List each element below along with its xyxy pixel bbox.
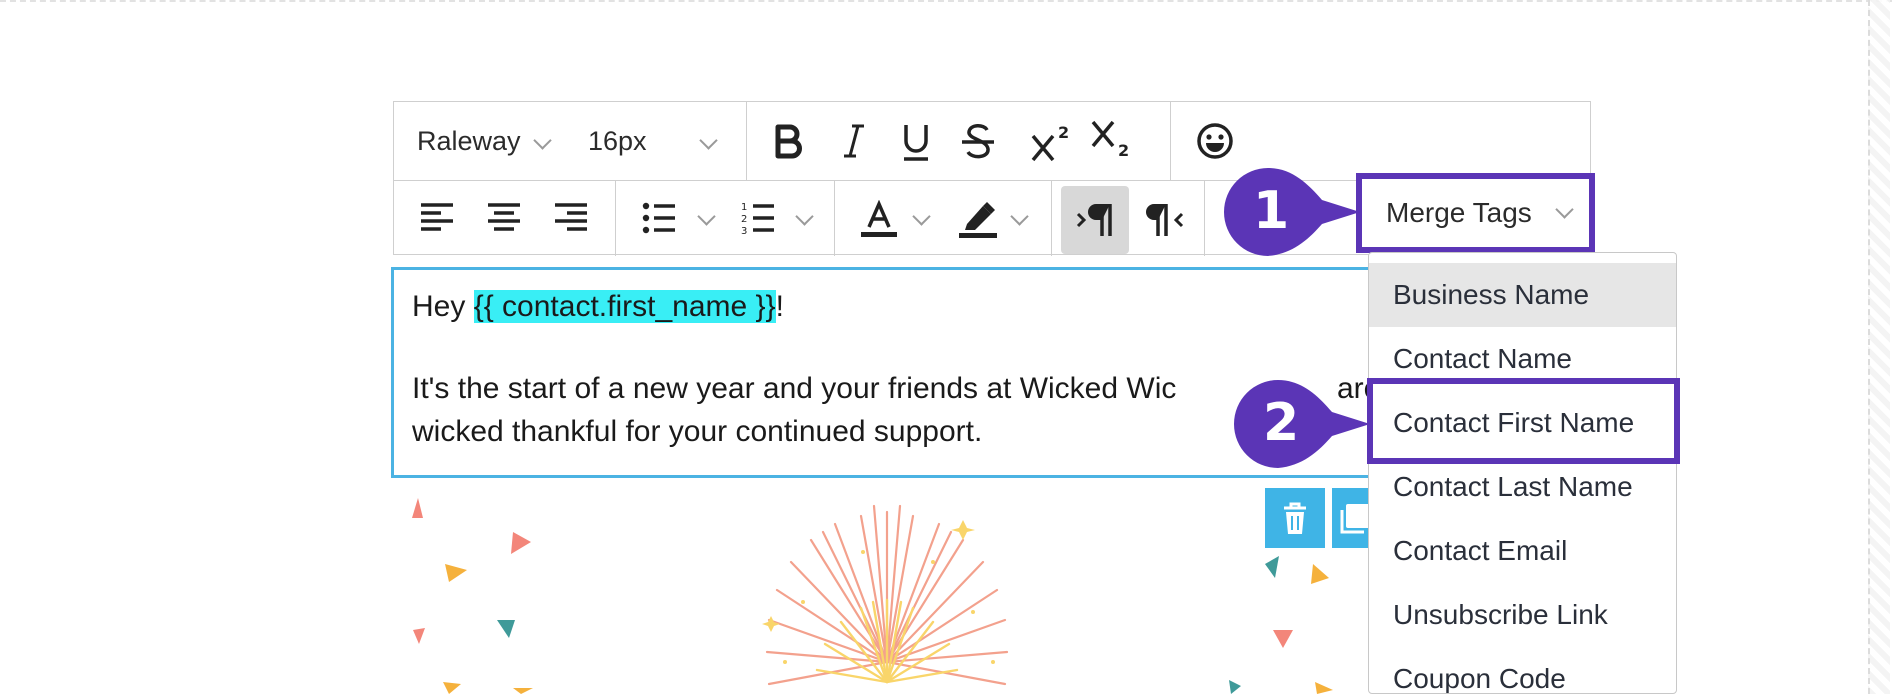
toolbar-divider bbox=[1051, 180, 1052, 256]
align-right-icon[interactable] bbox=[553, 202, 589, 232]
bulleted-list-icon[interactable] bbox=[642, 202, 676, 234]
font-family-select[interactable]: Raleway bbox=[417, 126, 521, 157]
merge-tags-dropdown: Business Name Contact Name Contact First… bbox=[1368, 252, 1677, 694]
toolbar-divider bbox=[746, 102, 747, 180]
step-2-highlight-frame bbox=[1367, 378, 1680, 464]
merge-tags-label: Merge Tags bbox=[1386, 197, 1532, 228]
merge-tags-button[interactable]: Merge Tags bbox=[1356, 173, 1595, 253]
align-left-icon[interactable] bbox=[419, 202, 455, 232]
rtl-direction-icon[interactable] bbox=[1146, 200, 1186, 240]
toolbar-row-formatting: Raleway 16px 2 2 bbox=[394, 102, 1590, 181]
chevron-down-icon[interactable] bbox=[697, 207, 716, 226]
firework-burst bbox=[762, 504, 1009, 686]
step-1-number: 1 bbox=[1253, 181, 1290, 241]
subscript-icon[interactable]: 2 bbox=[1090, 118, 1132, 160]
merge-tag-option-unsubscribe-link[interactable]: Unsubscribe Link bbox=[1369, 583, 1676, 647]
superscript-icon[interactable]: 2 bbox=[1030, 122, 1072, 164]
canvas-dashed-border bbox=[0, 0, 1892, 2]
step-1-badge bbox=[1224, 168, 1360, 256]
toolbar-divider bbox=[834, 180, 835, 256]
canvas-right-border bbox=[1868, 0, 1870, 694]
chevron-down-icon[interactable] bbox=[699, 131, 718, 150]
highlight-color-icon[interactable] bbox=[957, 198, 999, 240]
toolbar-divider bbox=[1170, 102, 1171, 180]
chevron-down-icon[interactable] bbox=[912, 207, 931, 226]
font-size-select[interactable]: 16px bbox=[588, 126, 647, 157]
chevron-down-icon[interactable] bbox=[795, 207, 814, 226]
merge-tag-option-contact-email[interactable]: Contact Email bbox=[1369, 519, 1676, 583]
align-center-icon[interactable] bbox=[486, 202, 522, 232]
body-line-1: It's the start of a new year and your fr… bbox=[412, 372, 1176, 406]
fireworks-illustration bbox=[412, 498, 1333, 694]
numbered-list-icon[interactable]: 1 2 3 bbox=[741, 200, 775, 236]
canvas-right-edge bbox=[1868, 0, 1890, 694]
ltr-direction-icon[interactable] bbox=[1076, 200, 1116, 240]
step-2-badge bbox=[1234, 380, 1370, 468]
underline-icon[interactable] bbox=[900, 121, 932, 163]
italic-icon[interactable] bbox=[840, 121, 868, 161]
chevron-down-icon bbox=[1555, 200, 1574, 219]
merge-tag-token[interactable]: {{ contact.first_name }} bbox=[473, 290, 776, 323]
merge-tag-option-coupon-code[interactable]: Coupon Code bbox=[1369, 647, 1676, 693]
toolbar-divider bbox=[615, 180, 616, 256]
text-color-icon[interactable] bbox=[859, 200, 899, 240]
greeting-line: Hey {{ contact.first_name }}! bbox=[412, 290, 784, 324]
greeting-prefix: Hey bbox=[412, 290, 474, 323]
svg-text:2: 2 bbox=[741, 214, 747, 225]
merge-tag-option-business-name[interactable]: Business Name bbox=[1369, 263, 1676, 327]
greeting-suffix: ! bbox=[775, 290, 784, 323]
chevron-down-icon[interactable] bbox=[1010, 207, 1029, 226]
svg-text:2: 2 bbox=[1058, 123, 1069, 142]
body-line-2: wicked thankful for your continued suppo… bbox=[412, 415, 983, 448]
merge-tag-option-contact-last-name[interactable]: Contact Last Name bbox=[1369, 455, 1676, 519]
svg-text:2: 2 bbox=[1118, 141, 1129, 160]
emoji-icon[interactable] bbox=[1196, 122, 1234, 160]
svg-text:1: 1 bbox=[741, 202, 747, 213]
body-line-1-text: It's the start of a new year and your fr… bbox=[412, 372, 1177, 405]
chevron-down-icon[interactable] bbox=[533, 131, 552, 150]
toolbar-divider bbox=[1204, 180, 1205, 256]
svg-text:3: 3 bbox=[741, 226, 747, 236]
strikethrough-icon[interactable] bbox=[960, 121, 996, 163]
bold-icon[interactable] bbox=[772, 121, 804, 161]
step-2-number: 2 bbox=[1263, 393, 1300, 453]
